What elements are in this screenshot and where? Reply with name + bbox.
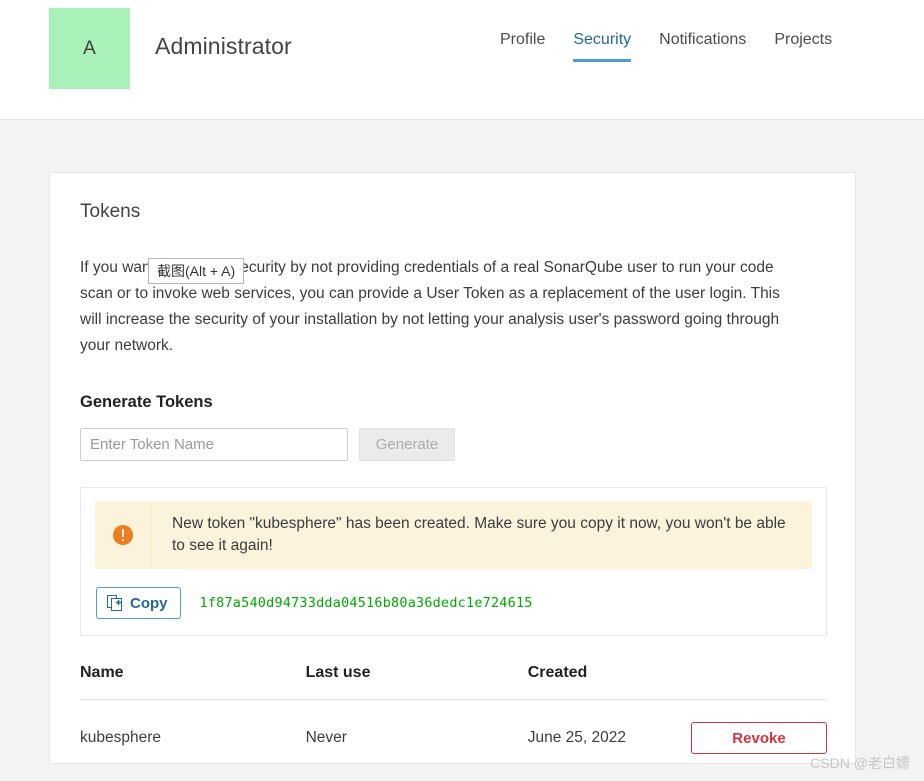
user-name: Administrator <box>155 33 292 59</box>
screenshot-tooltip: 截图(Alt + A) <box>148 258 245 284</box>
watermark: CSDN @老白嫖 <box>810 755 910 771</box>
copy-icon <box>107 595 122 611</box>
tab-notifications[interactable]: Notifications <box>659 31 746 62</box>
tab-projects[interactable]: Projects <box>774 31 832 62</box>
tokens-table: Name Last use Created kubesphere Never J… <box>80 664 827 772</box>
page-title: Tokens <box>80 201 141 222</box>
table-header-row: Name Last use Created <box>80 664 827 700</box>
copy-button-label: Copy <box>130 594 168 612</box>
token-copy-row: Copy 1f87a540d94733dda04516b80a36dedc1e7… <box>95 587 812 619</box>
cell-actions: Revoke <box>690 700 827 773</box>
tab-security[interactable]: Security <box>573 31 632 62</box>
revoke-button[interactable]: Revoke <box>690 722 827 754</box>
generate-token-form: Generate <box>80 428 825 461</box>
generate-button[interactable]: Generate <box>359 428 455 461</box>
copy-button[interactable]: Copy <box>96 587 181 619</box>
avatar-initial: A <box>83 37 96 59</box>
warning-circle-icon <box>113 525 133 545</box>
generate-tokens-heading: Generate Tokens <box>80 393 213 411</box>
page-header: A Administrator Profile Security Notific… <box>0 0 924 120</box>
alert-message: New token "kubesphere" has been created.… <box>172 515 786 554</box>
alert-icon-cell <box>95 501 152 569</box>
token-created-alert: New token "kubesphere" has been created.… <box>95 501 812 569</box>
table-row: kubesphere Never June 25, 2022 Revoke <box>80 700 827 773</box>
token-name-input[interactable] <box>80 428 348 461</box>
column-header-actions <box>690 664 827 700</box>
cell-token-name: kubesphere <box>80 729 162 746</box>
cell-last-use: Never <box>305 729 347 746</box>
column-header-name: Name <box>80 664 306 700</box>
token-value: 1f87a540d94733dda04516b80a36dedc1e724615 <box>199 595 533 611</box>
main-nav: Profile Security Notifications Projects <box>500 31 832 62</box>
avatar: A <box>49 8 130 89</box>
tab-profile[interactable]: Profile <box>500 31 545 62</box>
column-header-last-use: Last use <box>305 664 528 700</box>
cell-created: June 25, 2022 <box>527 729 627 746</box>
column-header-created: Created <box>527 664 691 700</box>
new-token-panel: New token "kubesphere" has been created.… <box>80 487 827 636</box>
